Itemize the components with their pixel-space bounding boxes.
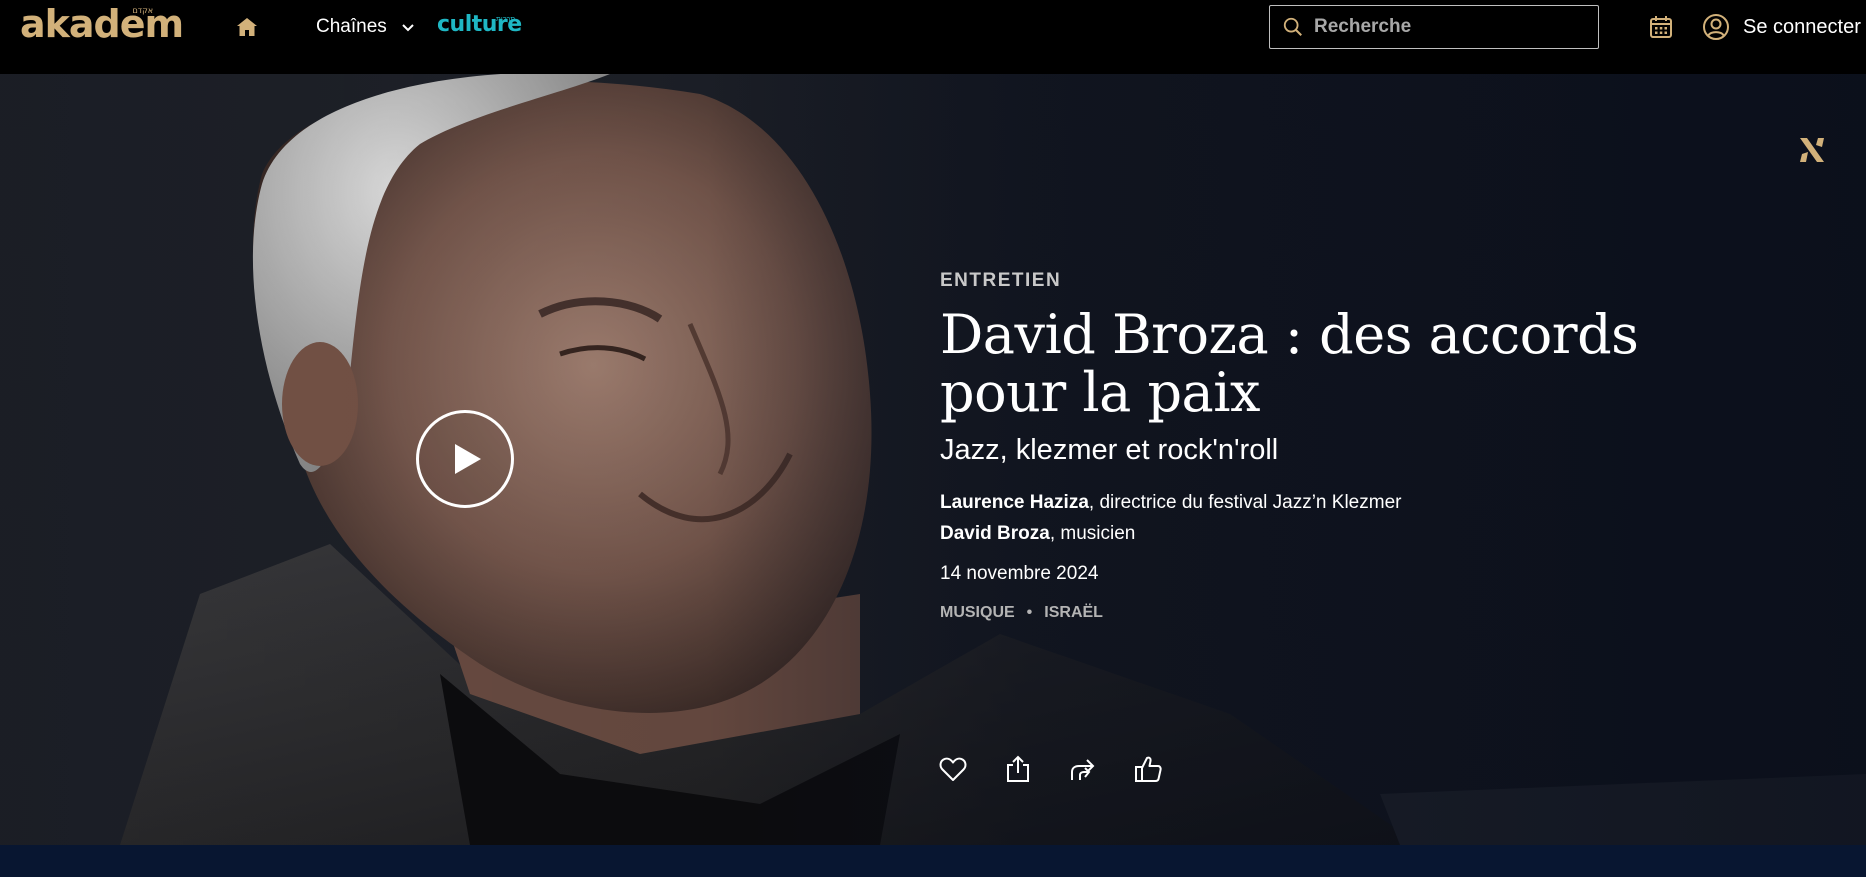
top-navigation-bar: akadem אקדם Chaînes culture תרבות Recher… (0, 0, 1866, 74)
play-icon (455, 444, 481, 474)
home-icon[interactable] (235, 15, 259, 39)
chevron-down-icon (402, 24, 414, 32)
video-hero: ENTRETIEN David Broza : des accords pour… (0, 74, 1866, 845)
speaker-role: , musicien (1049, 523, 1136, 544)
share-icon (1007, 755, 1029, 782)
page-title: David Broza : des accords pour la paix (940, 303, 1639, 424)
speaker-item: Laurence Haziza, directrice du festival … (940, 487, 1740, 518)
tag-separator: • (1026, 604, 1033, 621)
tag-music[interactable]: MUSIQUE (940, 604, 1015, 622)
speaker-item: David Broza, musicien (940, 518, 1740, 549)
forward-icon (1071, 759, 1095, 780)
content-type-label: ENTRETIEN (940, 270, 1062, 291)
login-label: Se connecter (1743, 15, 1861, 38)
thumbs-up-icon (1135, 756, 1162, 782)
share-button[interactable] (1003, 754, 1033, 784)
akadem-logo[interactable]: akadem אקדם (20, 2, 184, 46)
forward-button[interactable] (1068, 754, 1098, 784)
publish-date: 14 novembre 2024 (940, 563, 1099, 584)
page-footer-band (0, 845, 1866, 877)
heart-icon (939, 757, 967, 781)
page-subtitle: Jazz, klezmer et rock'n'roll (940, 434, 1279, 466)
search-input[interactable] (1312, 15, 1592, 39)
action-bar (938, 754, 1198, 784)
tag-list: MUSIQUE • ISRAËL (940, 604, 1740, 622)
speakers-list: Laurence Haziza, directrice du festival … (940, 487, 1740, 549)
logo-wordmark: akadem (20, 2, 184, 46)
user-icon (1703, 14, 1729, 40)
speaker-name[interactable]: David Broza (940, 523, 1050, 544)
channels-label: Chaînes (316, 16, 387, 37)
calendar-icon[interactable] (1648, 14, 1674, 40)
search-icon (1283, 17, 1302, 36)
speaker-name[interactable]: Laurence Haziza (940, 492, 1089, 513)
speaker-role: , directrice du festival Jazz’n Klezmer (1088, 492, 1402, 513)
login-button[interactable]: Se connecter (1702, 13, 1861, 41)
tag-israel[interactable]: ISRAËL (1044, 604, 1103, 622)
aleph-icon (1796, 134, 1828, 166)
episode-info: ENTRETIEN David Broza : des accords pour… (940, 270, 1740, 622)
like-button[interactable] (1133, 754, 1163, 784)
logo-hebrew-text: אקדם (132, 6, 154, 15)
culture-hebrew-text: תרבות (496, 16, 516, 23)
search-box[interactable] (1269, 5, 1599, 49)
play-button[interactable] (416, 410, 514, 508)
favorite-button[interactable] (938, 754, 968, 784)
channels-menu[interactable]: Chaînes (316, 16, 415, 38)
